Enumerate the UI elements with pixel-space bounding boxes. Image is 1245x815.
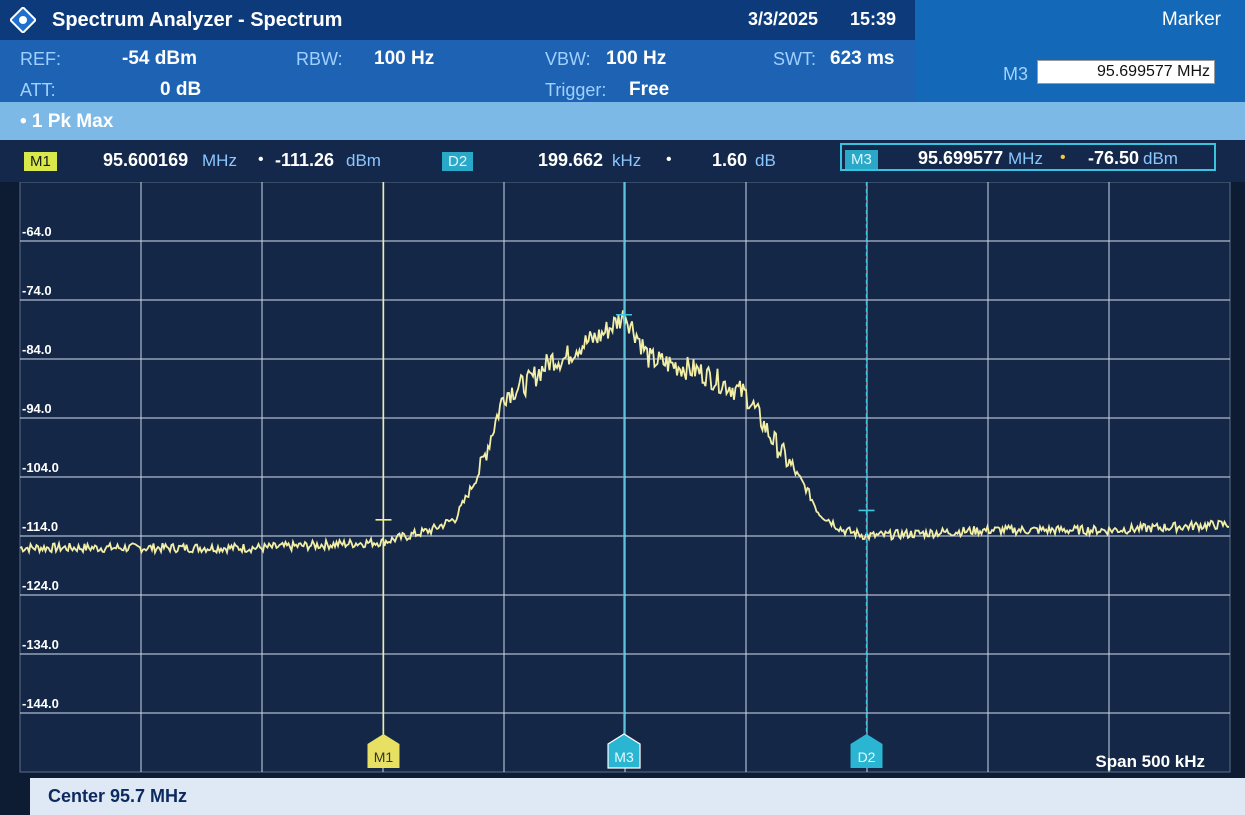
marker-d2-bullet-icon: • [666,151,672,168]
app-title: Spectrum Analyzer - Spectrum [52,9,343,31]
swt-label: SWT: [773,49,816,69]
y-tick-label: -144.0 [22,696,59,711]
marker-m1-frequency: 95.600169 [103,150,189,170]
trigger-label: Trigger: [545,80,607,100]
marker-m3-frequency-unit: MHz [1008,149,1043,168]
spectrum-plot-svg: M1 M3 D2 [19,182,1231,773]
marker-m1-frequency-unit: MHz [202,151,237,170]
rohde-schwarz-logo-icon [10,7,36,33]
y-tick-label: -104.0 [22,460,59,475]
marker-m1-tag[interactable]: M1 [24,152,57,171]
att-value[interactable]: 0 dB [160,79,201,101]
y-tick-label: -64.0 [22,224,52,239]
marker-entry-label: M3 [1003,64,1029,84]
marker-d2-level-unit: dB [755,151,776,170]
att-label: ATT: [20,80,56,100]
footer-bar: Center 95.7 MHz [30,778,1245,815]
rbw-value[interactable]: 100 Hz [374,48,434,70]
rbw-label: RBW: [296,49,343,69]
marker-m1-level: -111.26 [275,150,335,170]
spectrum-diagram[interactable]: M1 M3 D2 -64.0 -74.0 -84.0 -94.0 -104.0 -114.0 -… [0,182,1245,815]
marker-d2-tag[interactable]: D2 [442,152,474,171]
marker-m3-level: -76.50 [1088,148,1140,168]
marker-m1-bullet-icon: • [258,151,264,168]
y-tick-label: -94.0 [22,401,52,416]
marker-m3-frequency: 95.699577 [918,148,1004,168]
marker-m3-flag-label: M3 [614,749,634,765]
title-bar: Spectrum Analyzer - Spectrum 3/3/2025 15… [0,0,1245,40]
y-tick-label: -134.0 [22,637,59,652]
center-readout[interactable]: Center 95.7 MHz [48,786,187,807]
vbw-value[interactable]: 100 Hz [606,48,666,70]
marker-d2-level: 1.60 [712,150,748,170]
date-readout: 3/3/2025 [748,9,819,29]
trace-label[interactable]: • 1 Pk Max [20,111,113,133]
y-tick-label: -74.0 [22,283,52,298]
marker-m1-level-unit: dBm [346,151,381,170]
span-readout[interactable]: Span 500 kHz [1095,752,1205,772]
marker-m3-tag[interactable]: M3 [845,150,878,169]
marker-d2-frequency: 199.662 [538,150,604,170]
marker-entry-panel: M3 [915,40,1245,102]
trigger-value[interactable]: Free [629,79,669,101]
settings-bar: REF: -54 dBm ATT: 0 dB RBW: 100 Hz VBW: … [0,40,915,102]
ref-label: REF: [20,49,62,69]
vbw-label: VBW: [545,49,591,69]
trace-bar: • 1 Pk Max [0,102,1245,140]
panel-title: Marker [1161,9,1221,30]
marker-m3-bullet-icon: • [1060,149,1066,166]
swt-value[interactable]: 623 ms [830,48,894,70]
marker-d2-flag-label: D2 [858,749,876,765]
y-tick-label: -124.0 [22,578,59,593]
y-tick-label: -114.0 [22,519,59,534]
marker-frequency-input[interactable] [1037,60,1215,84]
marker-d2-frequency-unit: kHz [612,151,642,170]
marker-m1-flag-label: M1 [374,749,394,765]
y-tick-label: -84.0 [22,342,52,357]
ref-value[interactable]: -54 dBm [122,48,197,70]
time-readout: 15:39 [850,9,897,29]
side-panel-header: Marker [915,0,1245,40]
marker-info-row: M1 95.600169 MHz • -111.26 dBm D2 199.66… [0,140,1245,182]
analyzer-screen: Spectrum Analyzer - Spectrum 3/3/2025 15… [0,0,1245,815]
marker-m3-level-unit: dBm [1143,149,1178,168]
